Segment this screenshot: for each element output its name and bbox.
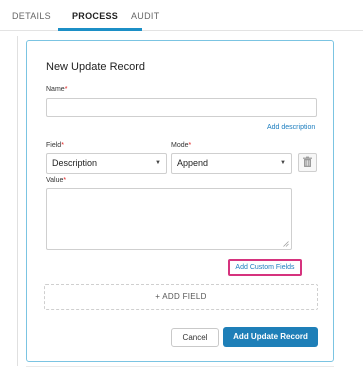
value-textarea[interactable] xyxy=(46,188,292,250)
trash-icon xyxy=(303,156,312,167)
required-marker: * xyxy=(63,177,67,184)
caret-down-icon: ▼ xyxy=(155,160,161,166)
name-input[interactable] xyxy=(46,98,317,117)
mode-label: Mode* xyxy=(171,142,191,149)
field-label: Field* xyxy=(46,142,64,149)
required-marker: * xyxy=(64,86,68,93)
add-custom-fields-highlight: Add Custom Fields xyxy=(228,259,302,276)
field-label-text: Field xyxy=(46,142,62,149)
active-tab-indicator xyxy=(58,28,142,31)
value-label-text: Value xyxy=(46,177,64,184)
mode-label-text: Mode xyxy=(171,142,189,149)
cancel-button[interactable]: Cancel xyxy=(171,328,219,347)
mode-select[interactable]: Append ▼ xyxy=(171,153,292,174)
tab-process[interactable]: PROCESS xyxy=(72,11,118,21)
field-select[interactable]: Description ▼ xyxy=(46,153,167,174)
tab-bar: DETAILS PROCESS AUDIT xyxy=(0,0,363,31)
add-custom-fields-link[interactable]: Add Custom Fields xyxy=(230,261,300,274)
update-record-card: New Update Record Name* Add description … xyxy=(26,40,334,362)
left-divider xyxy=(17,36,18,366)
value-label: Value* xyxy=(46,177,66,184)
delete-button[interactable] xyxy=(298,153,317,172)
mode-select-value: Append xyxy=(177,158,209,168)
name-label-text: Name xyxy=(46,86,65,93)
add-field-button[interactable]: + ADD FIELD xyxy=(44,284,318,310)
caret-down-icon: ▼ xyxy=(280,160,286,166)
add-description-link[interactable]: Add description xyxy=(267,124,315,131)
field-select-value: Description xyxy=(52,158,98,168)
required-marker: * xyxy=(61,142,64,149)
card-title: New Update Record xyxy=(46,61,146,73)
resize-grip-icon[interactable] xyxy=(283,241,289,247)
bottom-divider xyxy=(26,366,334,367)
tab-audit[interactable]: AUDIT xyxy=(131,11,160,21)
name-label: Name* xyxy=(46,86,67,93)
tab-details[interactable]: DETAILS xyxy=(12,11,51,21)
required-marker: * xyxy=(188,142,192,149)
add-update-record-button[interactable]: Add Update Record xyxy=(223,327,318,347)
